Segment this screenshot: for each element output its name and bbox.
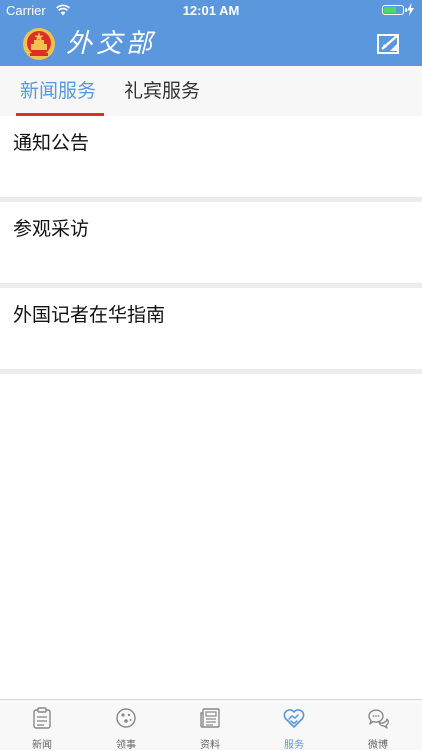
clock: 12:01 AM: [182, 3, 240, 18]
service-list: 通知公告 参观采访 外国记者在华指南: [0, 116, 422, 374]
navigation-bar: 外交部: [0, 22, 422, 66]
tab-news-service[interactable]: 新闻服务: [20, 66, 96, 116]
tabbar-label: 微博: [368, 740, 388, 751]
tab-protocol-service[interactable]: 礼宾服务: [124, 66, 200, 116]
app-logo-text: 外交部: [66, 29, 157, 59]
battery-icon: [382, 5, 407, 15]
status-bar: Carrier 12:01 AM: [0, 0, 422, 22]
tabbar-item-services[interactable]: 服务: [252, 700, 336, 751]
tabbar-item-materials[interactable]: 资料: [168, 700, 252, 751]
charging-bolt-icon: [407, 3, 414, 16]
compose-icon[interactable]: [376, 31, 402, 57]
app-header: Carrier 12:01 AM 外交部: [0, 0, 422, 66]
tabbar-item-consular[interactable]: 领事: [84, 700, 168, 751]
tabbar-label: 新闻: [32, 740, 52, 751]
list-item-label: 参观采访: [13, 218, 90, 240]
globe-icon: [116, 708, 136, 728]
handshake-heart-icon: [283, 709, 305, 728]
tabbar-item-news[interactable]: 新闻: [0, 700, 84, 751]
list-item-notices[interactable]: 通知公告: [0, 116, 422, 202]
segment-tabs: 新闻服务 礼宾服务: [0, 66, 422, 116]
list-item-foreign-journalist-guide[interactable]: 外国记者在华指南: [0, 288, 422, 374]
clipboard-icon: [33, 707, 51, 729]
tabbar-label: 资料: [200, 740, 220, 751]
national-emblem-icon: [23, 28, 55, 60]
list-item-label: 外国记者在华指南: [13, 304, 166, 326]
chat-bubbles-icon: [368, 709, 389, 729]
list-item-visits-interviews[interactable]: 参观采访: [0, 202, 422, 288]
tabbar-label: 领事: [116, 740, 136, 751]
list-item-label: 通知公告: [13, 132, 90, 154]
tabbar-item-weibo[interactable]: 微博: [336, 700, 420, 751]
bottom-tab-bar: 新闻 领事 资料 服务 微博: [0, 699, 422, 751]
newspaper-icon: [200, 708, 220, 728]
tabbar-label: 服务: [284, 740, 304, 751]
